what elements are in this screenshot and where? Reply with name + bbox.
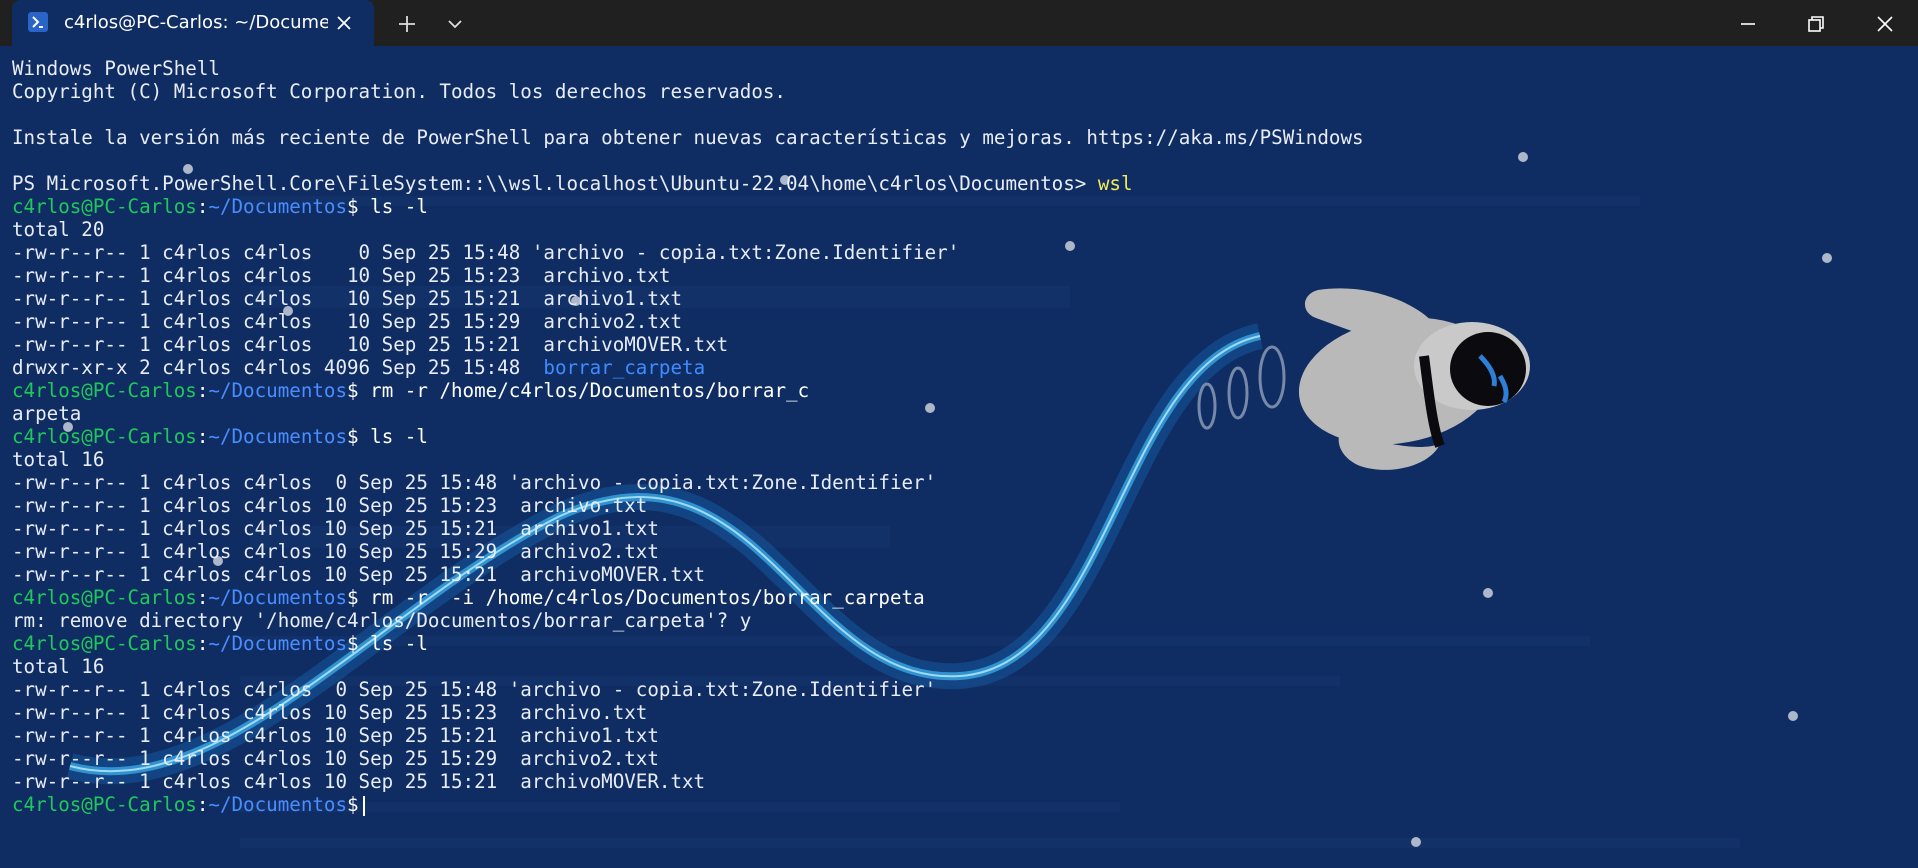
prompt-line: c4rlos@PC-Carlos:~/Documentos$ ls -l bbox=[12, 195, 1902, 218]
prompt-user: c4rlos@PC-Carlos bbox=[12, 632, 197, 655]
header-line: Instale la versión más reciente de Power… bbox=[12, 126, 1364, 149]
chevron-down-icon[interactable] bbox=[443, 12, 467, 36]
output-line: -rw-r--r-- 1 c4rlos c4rlos 0 Sep 25 15:4… bbox=[12, 678, 937, 701]
output-line: -rw-r--r-- 1 c4rlos c4rlos 0 Sep 25 15:4… bbox=[12, 241, 960, 264]
text-cursor[interactable] bbox=[362, 795, 365, 816]
output-line: -rw-r--r-- 1 c4rlos c4rlos 10 Sep 25 15:… bbox=[12, 563, 706, 586]
prompt-line: c4rlos@PC-Carlos:~/Documentos$ ls -l bbox=[12, 425, 1902, 448]
prompt-symbol: $ bbox=[347, 425, 359, 448]
prompt-path: ~/Documentos bbox=[208, 793, 348, 816]
prompt-line: c4rlos@PC-Carlos:~/Documentos$ rm -r -i … bbox=[12, 586, 1902, 609]
prompt-colon: : bbox=[196, 793, 209, 816]
header-line bbox=[12, 149, 1902, 172]
prompt-path: ~/Documentos bbox=[208, 586, 348, 609]
prompt-path: ~/Documentos bbox=[208, 195, 348, 218]
output-line: -rw-r--r-- 1 c4rlos c4rlos 10 Sep 25 15:… bbox=[12, 287, 683, 310]
header-line: Windows PowerShell bbox=[12, 57, 220, 80]
minimize-icon[interactable] bbox=[1736, 12, 1760, 36]
output-line: -rw-r--r-- 1 c4rlos c4rlos 10 Sep 25 15:… bbox=[12, 747, 659, 770]
active-prompt-line[interactable]: c4rlos@PC-Carlos:~/Documentos$ bbox=[12, 793, 1902, 816]
prompt-line: c4rlos@PC-Carlos:~/Documentos$ ls -l bbox=[12, 632, 1902, 655]
prompt-symbol: $ bbox=[347, 379, 359, 402]
prompt-colon: : bbox=[196, 586, 209, 609]
terminal-tab[interactable]: c4rlos@PC-Carlos: ~/Documents bbox=[12, 0, 374, 46]
close-icon[interactable] bbox=[1873, 12, 1897, 36]
prompt-colon: : bbox=[196, 379, 209, 402]
prompt-user: c4rlos@PC-Carlos bbox=[12, 195, 197, 218]
prompt-path: ~/Documentos bbox=[208, 379, 348, 402]
output-line: total 16 bbox=[12, 448, 105, 471]
close-icon[interactable] bbox=[333, 12, 355, 34]
prompt-colon: : bbox=[196, 632, 209, 655]
output-line: -rw-r--r-- 1 c4rlos c4rlos 10 Sep 25 15:… bbox=[12, 494, 648, 517]
output-line: total 20 bbox=[12, 218, 105, 241]
output-line: arpeta bbox=[12, 402, 82, 425]
ps-prompt-line: PS Microsoft.PowerShell.Core\FileSystem:… bbox=[12, 172, 1902, 195]
prompt-symbol: $ bbox=[347, 586, 359, 609]
prompt-symbol: $ bbox=[347, 632, 359, 655]
command-text: rm -r /home/c4rlos/Documentos/borrar_c bbox=[358, 379, 810, 402]
output-line: -rw-r--r-- 1 c4rlos c4rlos 10 Sep 25 15:… bbox=[12, 770, 706, 793]
output-line: total 16 bbox=[12, 655, 105, 678]
output-line: -rw-r--r-- 1 c4rlos c4rlos 10 Sep 25 15:… bbox=[12, 310, 683, 333]
prompt-path: ~/Documentos bbox=[208, 425, 348, 448]
header-line: Copyright (C) Microsoft Corporation. Tod… bbox=[12, 80, 786, 103]
prompt-user: c4rlos@PC-Carlos bbox=[12, 379, 197, 402]
output-line: -rw-r--r-- 1 c4rlos c4rlos 10 Sep 25 15:… bbox=[12, 333, 729, 356]
output-line: -rw-r--r-- 1 c4rlos c4rlos 10 Sep 25 15:… bbox=[12, 724, 659, 747]
powershell-icon bbox=[28, 12, 48, 32]
title-bar: c4rlos@PC-Carlos: ~/Documents bbox=[0, 0, 1918, 46]
plus-icon[interactable] bbox=[395, 12, 419, 36]
dir-entry-prefix: drwxr-xr-x 2 c4rlos c4rlos 4096 Sep 25 1… bbox=[12, 356, 544, 379]
terminal-output[interactable]: Windows PowerShell Copyright (C) Microso… bbox=[12, 57, 1902, 816]
prompt-user: c4rlos@PC-Carlos bbox=[12, 425, 197, 448]
command-text: ls -l bbox=[358, 632, 428, 655]
output-line: rm: remove directory '/home/c4rlos/Docum… bbox=[12, 609, 752, 632]
restore-icon[interactable] bbox=[1804, 12, 1828, 36]
header-line bbox=[12, 103, 1902, 126]
output-line: -rw-r--r-- 1 c4rlos c4rlos 10 Sep 25 15:… bbox=[12, 701, 648, 724]
prompt-user: c4rlos@PC-Carlos bbox=[12, 586, 197, 609]
prompt-colon: : bbox=[196, 425, 209, 448]
prompt-colon: : bbox=[196, 195, 209, 218]
prompt-line: c4rlos@PC-Carlos:~/Documentos$ rm -r /ho… bbox=[12, 379, 1902, 402]
output-line: -rw-r--r-- 1 c4rlos c4rlos 10 Sep 25 15:… bbox=[12, 264, 671, 287]
output-line: -rw-r--r-- 1 c4rlos c4rlos 10 Sep 25 15:… bbox=[12, 540, 659, 563]
prompt-symbol: $ bbox=[347, 195, 359, 218]
ps-command: wsl bbox=[1097, 172, 1133, 195]
command-text: rm -r -i /home/c4rlos/Documentos/borrar_… bbox=[358, 586, 925, 609]
output-line: -rw-r--r-- 1 c4rlos c4rlos 10 Sep 25 15:… bbox=[12, 517, 659, 540]
output-line: drwxr-xr-x 2 c4rlos c4rlos 4096 Sep 25 1… bbox=[12, 356, 1902, 379]
prompt-path: ~/Documentos bbox=[208, 632, 348, 655]
tab-title: c4rlos@PC-Carlos: ~/Documents bbox=[64, 12, 328, 33]
command-text: ls -l bbox=[358, 195, 428, 218]
ps-prompt: PS Microsoft.PowerShell.Core\FileSystem:… bbox=[12, 172, 1098, 195]
command-text: ls -l bbox=[358, 425, 428, 448]
prompt-symbol: $ bbox=[347, 793, 359, 816]
output-line: -rw-r--r-- 1 c4rlos c4rlos 0 Sep 25 15:4… bbox=[12, 471, 937, 494]
prompt-user: c4rlos@PC-Carlos bbox=[12, 793, 197, 816]
directory-name: borrar_carpeta bbox=[543, 356, 706, 379]
